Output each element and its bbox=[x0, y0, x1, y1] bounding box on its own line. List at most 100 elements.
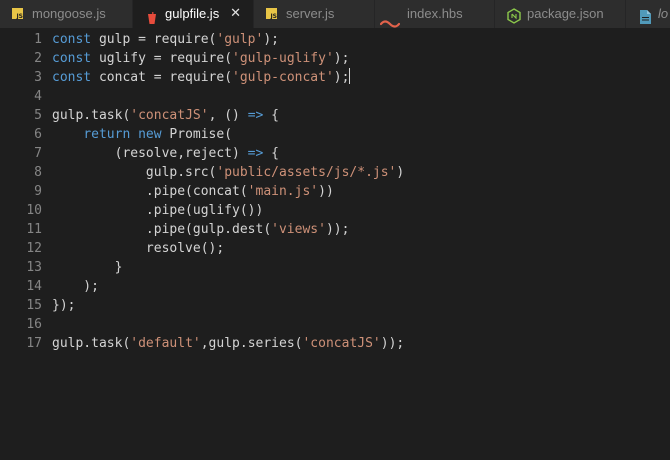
tab-label: package.json bbox=[527, 6, 604, 21]
line-number: 17 bbox=[26, 336, 42, 351]
code-text: .pipe(concat('main.js')) bbox=[52, 182, 334, 201]
code-token: ); bbox=[52, 279, 99, 294]
keyword-token: => bbox=[247, 108, 264, 123]
code-line[interactable]: 15}); bbox=[0, 296, 670, 315]
code-token: ) bbox=[396, 165, 405, 180]
code-line[interactable]: 8 gulp.src('public/assets/js/*.js') bbox=[0, 163, 670, 182]
code-editor[interactable]: 1 const gulp = require('gulp'); 2 const ugl… bbox=[0, 28, 670, 460]
code-text: gulp.task('concatJS', () => { bbox=[52, 106, 279, 125]
code-text: }); bbox=[52, 296, 75, 315]
string-token: 'views' bbox=[271, 222, 326, 237]
line-number: 7 bbox=[34, 146, 42, 161]
gulp-icon bbox=[147, 7, 157, 24]
code-token: .pipe(uglify()) bbox=[52, 203, 264, 218]
document-icon bbox=[640, 6, 651, 24]
code-line[interactable]: 13 } bbox=[0, 258, 670, 277]
code-line[interactable]: 4 bbox=[0, 87, 670, 106]
code-token: ); bbox=[333, 51, 350, 66]
tab-server-js[interactable]: server.js bbox=[254, 0, 375, 28]
line-number: 10 bbox=[26, 203, 42, 218]
code-text: .pipe(gulp.dest('views')); bbox=[52, 220, 350, 239]
keyword-token: const bbox=[52, 70, 92, 85]
tab-overflow-file[interactable]: lo bbox=[626, 0, 670, 28]
editor-tab-bar: mongoose.js gulpfile.js ✕ server.js inde… bbox=[0, 0, 670, 28]
string-token: 'concatJS' bbox=[130, 108, 209, 123]
line-number: 5 bbox=[34, 108, 42, 123]
tab-index-hbs[interactable]: index.hbs bbox=[375, 0, 495, 28]
code-text: gulp.src('public/assets/js/*.js') bbox=[52, 163, 404, 182]
code-text: .pipe(uglify()) bbox=[52, 201, 263, 220]
code-line[interactable]: 12 resolve(); bbox=[0, 239, 670, 258]
js-file-icon bbox=[12, 8, 23, 20]
line-number: 3 bbox=[34, 70, 42, 85]
code-token: concat = require( bbox=[91, 70, 233, 85]
code-token: { bbox=[263, 108, 280, 123]
code-line[interactable]: 17 gulp.task('default',gulp.series('conca… bbox=[0, 334, 670, 353]
string-token: 'gulp-uglify' bbox=[232, 51, 334, 66]
code-token: { bbox=[263, 146, 279, 161]
code-line[interactable]: 7 (resolve,reject) => { bbox=[0, 144, 670, 163]
code-text: ); bbox=[52, 277, 99, 296]
code-token: gulp = require( bbox=[91, 32, 217, 47]
string-token: 'gulp-concat' bbox=[232, 70, 334, 85]
tab-package-json[interactable]: package.json bbox=[495, 0, 626, 28]
line-number: 12 bbox=[26, 241, 42, 256]
handlebars-icon bbox=[379, 10, 401, 28]
code-token: (resolve,reject) bbox=[52, 146, 248, 161]
line-number: 14 bbox=[26, 279, 42, 294]
code-line[interactable]: 6 return new Promise( bbox=[0, 125, 670, 144]
code-line[interactable]: 9 .pipe(concat('main.js')) bbox=[0, 182, 670, 201]
code-token: .pipe(concat( bbox=[52, 184, 248, 199]
code-line[interactable]: 3 const concat = require('gulp-concat'); bbox=[0, 68, 670, 87]
code-token: )); bbox=[325, 222, 350, 237]
line-number: 8 bbox=[34, 165, 42, 180]
code-token: } bbox=[52, 260, 123, 275]
string-token: 'gulp' bbox=[216, 32, 264, 47]
tab-label: mongoose.js bbox=[32, 6, 106, 21]
code-text: resolve(); bbox=[52, 239, 224, 258]
code-token: resolve(); bbox=[52, 241, 225, 256]
code-line[interactable]: 14 ); bbox=[0, 277, 670, 296]
code-text: const gulp = require('gulp'); bbox=[52, 30, 279, 49]
keyword-token: return bbox=[83, 127, 131, 142]
code-token: uglify = require( bbox=[91, 51, 233, 66]
code-line[interactable]: 5 gulp.task('concatJS', () => { bbox=[0, 106, 670, 125]
code-token: , () bbox=[208, 108, 248, 123]
code-line[interactable]: 11 .pipe(gulp.dest('views')); bbox=[0, 220, 670, 239]
code-token: }); bbox=[52, 298, 76, 313]
line-number: 15 bbox=[26, 298, 42, 313]
js-file-icon bbox=[266, 8, 277, 20]
code-token: ,gulp.series( bbox=[200, 336, 303, 351]
line-number: 4 bbox=[34, 89, 42, 104]
string-token: 'public/assets/js/*.js' bbox=[216, 165, 397, 180]
code-token: ); bbox=[263, 32, 279, 47]
line-number: 13 bbox=[26, 260, 42, 275]
tab-mongoose-js[interactable]: mongoose.js bbox=[0, 0, 133, 28]
string-token: 'default' bbox=[130, 336, 201, 351]
code-line[interactable]: 1 const gulp = require('gulp'); bbox=[0, 30, 670, 49]
line-number: 11 bbox=[26, 222, 42, 237]
keyword-token: new bbox=[138, 127, 162, 142]
code-text: } bbox=[52, 258, 123, 277]
node-icon bbox=[507, 6, 521, 24]
tab-label: gulpfile.js bbox=[165, 6, 220, 21]
code-text: const uglify = require('gulp-uglify'); bbox=[52, 49, 349, 68]
code-text: gulp.task('default',gulp.series('concatJ… bbox=[52, 334, 404, 353]
line-number: 6 bbox=[34, 127, 42, 142]
code-line[interactable]: 16 bbox=[0, 315, 670, 334]
close-icon[interactable]: ✕ bbox=[230, 0, 241, 28]
code-text: return new Promise( bbox=[52, 125, 232, 144]
tab-label: index.hbs bbox=[407, 6, 463, 21]
code-token: gulp.src( bbox=[52, 165, 217, 180]
code-line[interactable]: 10 .pipe(uglify()) bbox=[0, 201, 670, 220]
code-token: )) bbox=[318, 184, 334, 199]
tab-label: lo bbox=[658, 6, 669, 21]
text-cursor bbox=[349, 68, 351, 84]
code-text: const concat = require('gulp-concat'); bbox=[52, 68, 351, 87]
keyword-token: const bbox=[52, 51, 92, 66]
code-line[interactable]: 2 const uglify = require('gulp-uglify'); bbox=[0, 49, 670, 68]
tab-gulpfile-js[interactable]: gulpfile.js ✕ bbox=[133, 0, 254, 28]
keyword-token: => bbox=[247, 146, 264, 161]
